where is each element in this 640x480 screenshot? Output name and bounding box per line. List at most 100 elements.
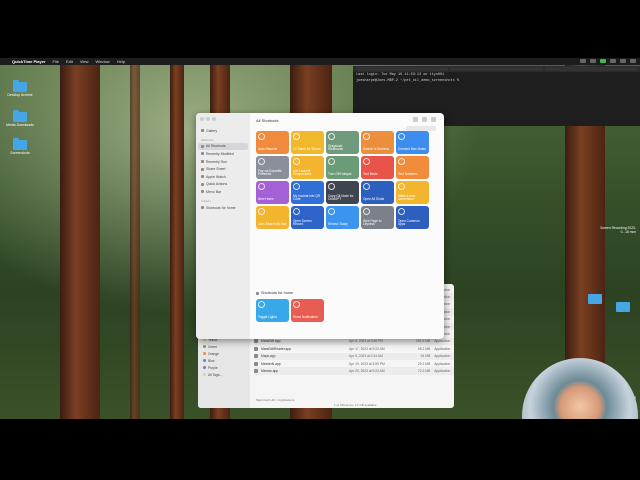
shortcut-label: Copy Git Node for ChatGPT <box>328 193 354 202</box>
shortcut-tile[interactable]: Open All Shots <box>361 181 394 204</box>
add-shortcut-icon[interactable] <box>431 117 436 122</box>
table-row[interactable]: MeisterN.app Apr 19, 2023 at 3:59 PM 29.2 … <box>254 360 454 367</box>
shortcut-tile[interactable]: Copy Git Node for ChatGPT <box>326 181 359 204</box>
sidebar-item-label: Shortcuts for home <box>206 205 236 210</box>
sidebar-item-shortcuts[interactable]: Apple Watch <box>196 173 250 181</box>
zoom-button[interactable] <box>212 117 216 121</box>
sidebar-item-label: All Shortcuts <box>206 144 226 149</box>
shortcut-tile[interactable]: Pay via Expedite Preferred <box>256 156 289 179</box>
shortcut-tile[interactable]: Review Today <box>326 206 359 229</box>
shortcut-label: New Home <box>258 197 274 202</box>
finder-tag-item[interactable]: Orange <box>198 350 250 357</box>
sidebar-item-gallery[interactable]: Gallery <box>196 127 250 135</box>
grid-view-icon[interactable] <box>413 117 418 122</box>
folder-heading[interactable]: Shortcuts for home <box>256 291 293 295</box>
table-row[interactable]: Memos.app Apr 20, 2023 at 9:24 AM 72.3 MB A… <box>254 367 454 375</box>
file-size: 72.3 MB <box>417 368 431 373</box>
shortcut-tile[interactable]: Show Notification <box>291 299 324 322</box>
control-center-icon[interactable] <box>620 59 626 63</box>
wifi-icon[interactable] <box>610 59 616 63</box>
shortcuts-window[interactable]: Gallery Shortcuts All Shortcuts Recently … <box>196 113 444 339</box>
toolbar <box>413 117 436 122</box>
finder-tag-item[interactable]: Green <box>198 343 250 350</box>
close-button[interactable] <box>200 117 204 121</box>
shortcut-tile[interactable]: 10 Taken for Stores <box>291 131 324 154</box>
sidebar-item-shortcuts[interactable]: Recently Modified <box>196 150 250 158</box>
file-kind: Application <box>434 354 451 359</box>
file-name-cell: Memos.app <box>254 368 349 373</box>
shortcut-icon <box>398 208 405 215</box>
tree-trunk <box>60 58 100 419</box>
shortcut-tile[interactable]: Grayscale Webhooks <box>326 131 359 154</box>
sidebar-item-shortcuts[interactable]: Share Sheet <box>196 165 250 173</box>
terminal-tab[interactable] <box>544 67 637 71</box>
shortcut-tile[interactable]: New Home <box>256 181 289 204</box>
menu-window[interactable]: Window <box>95 59 109 64</box>
tag-color-icon <box>203 373 206 376</box>
desktop-folder[interactable]: Desktop Archive <box>6 80 34 97</box>
tag-color-icon <box>203 366 206 369</box>
terminal-tab[interactable] <box>356 67 449 71</box>
file-date: Apr 20, 2023 at 9:24 AM <box>349 368 385 373</box>
menu-help[interactable]: Help <box>117 59 125 64</box>
shortcut-tile[interactable]: Web Page to Lifyness <box>361 206 394 229</box>
shortcut-tile[interactable]: Toggle Lights <box>256 299 289 322</box>
shortcut-tile[interactable]: Turn Off Hotspot <box>326 156 359 179</box>
shortcut-tile[interactable]: Open Common Apps <box>396 206 429 229</box>
sidebar-item-shortcuts[interactable]: All Shortcuts <box>198 142 248 151</box>
table-row[interactable]: Maps.app Apr 5, 2023 at 2:34 AM 94 MB Appli… <box>254 352 454 360</box>
menu-app-name[interactable]: QuickTime Player <box>12 59 46 64</box>
sidebar-item-shortcuts[interactable]: Quick Actions <box>196 181 250 189</box>
file-date: Apr 19, 2023 at 3:59 PM <box>349 361 385 366</box>
app-icon <box>254 339 258 344</box>
table-row[interactable]: MarsEditReader.app Apr 17, 2023 at 9:20 A… <box>254 345 454 352</box>
shortcut-tile[interactable]: Connect Mac Notes <box>396 131 429 154</box>
desktop-folder[interactable]: Media Downloads <box>6 110 34 127</box>
status-icon[interactable] <box>590 59 596 63</box>
shortcuts-sidebar: Gallery Shortcuts All Shortcuts Recently … <box>196 113 250 339</box>
sidebar-item-shortcuts[interactable]: Menu Bar <box>196 188 250 196</box>
menu-view[interactable]: View <box>80 59 89 64</box>
sidebar-item-label: Gallery <box>206 128 218 133</box>
shortcut-tile[interactable]: My nuclear.info QR Code <box>291 181 324 204</box>
shortcut-label: Jobs Search All Site <box>258 222 287 227</box>
file-date: Apr 8, 2023 at 3:46 PM <box>349 339 383 344</box>
menu-file[interactable]: File <box>53 59 59 64</box>
terminal-tab[interactable] <box>450 67 543 71</box>
recording-file-label[interactable]: Screen Recording 2023-0...16 mov <box>596 226 636 234</box>
sidebar-shortcut-list: All Shortcuts Recently Modified Recently R… <box>196 142 250 196</box>
finder-path-bar[interactable]: Macintosh HD > Applications <box>256 398 294 402</box>
shortcut-tile[interactable]: Auto Resume <box>256 131 289 154</box>
folder-icon <box>13 110 27 122</box>
tree-trunk <box>130 58 140 419</box>
clock-icon[interactable] <box>630 59 636 63</box>
file-date: Apr 17, 2023 at 9:20 AM <box>349 346 385 351</box>
shortcut-icon <box>328 158 335 165</box>
list-view-icon[interactable] <box>422 117 427 122</box>
sidebar-item-folder[interactable]: Shortcuts for home <box>196 204 250 212</box>
shortcut-tile[interactable]: Make a new screenshot <box>396 181 429 204</box>
finder-tag-item[interactable]: Blue <box>198 357 250 364</box>
shortcut-tile[interactable]: Search Is Screens <box>361 131 394 154</box>
shortcut-label: Auto Resume <box>258 147 278 152</box>
shortcut-tile[interactable]: Jobs Search All Site <box>256 206 289 229</box>
menu-edit[interactable]: Edit <box>66 59 73 64</box>
minimize-button[interactable] <box>206 117 210 121</box>
shortcut-tile[interactable]: Text Numbers <box>396 156 429 179</box>
shortcut-tile[interactable]: Get Launchi Perspectives <box>291 156 324 179</box>
shortcut-tile[interactable]: Text Mode <box>361 156 394 179</box>
file-name: Memos.app <box>261 368 279 373</box>
desktop-folder[interactable]: Screenshots <box>6 138 34 155</box>
finder-tag-item[interactable]: Purple <box>198 364 250 371</box>
shortcut-label: Show Notification <box>293 315 318 320</box>
battery-icon[interactable] <box>600 59 606 63</box>
sidebar-item-shortcuts[interactable]: Recently Run <box>196 158 250 166</box>
file-date: Apr 5, 2023 at 2:34 AM <box>349 354 383 359</box>
folder-icon[interactable] <box>616 302 630 312</box>
status-icon[interactable] <box>580 59 586 63</box>
shortcut-tile[interactable]: Open Screen Record <box>291 206 324 229</box>
file-size: 98.2 MB <box>417 346 431 351</box>
list-icon <box>201 182 204 186</box>
folder-icon[interactable] <box>588 294 602 304</box>
finder-tag-item[interactable]: All Tags... <box>198 371 250 378</box>
